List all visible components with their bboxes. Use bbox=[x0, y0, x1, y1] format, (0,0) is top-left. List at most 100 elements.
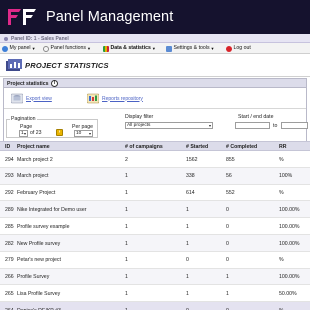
table-row[interactable]: 265 Lisa Profile Survey 1 1 1 50.00% bbox=[0, 285, 310, 303]
menu-log-out[interactable]: Log out bbox=[226, 45, 251, 52]
column-header-started[interactable]: # Started bbox=[186, 144, 208, 150]
panel-subbar: Panel ID: 1 - Sales Panel bbox=[0, 34, 310, 43]
cell-id: 285 bbox=[5, 223, 14, 230]
display-filter-select[interactable]: All projects ▾ bbox=[125, 122, 213, 129]
column-header-project-name[interactable]: Project name bbox=[17, 144, 50, 150]
cell-campaigns: 1 bbox=[125, 290, 128, 297]
menu-label: Data & statistics bbox=[110, 45, 151, 51]
cell-rr: 100.00% bbox=[279, 240, 300, 247]
cell-campaigns: 1 bbox=[125, 240, 128, 247]
cell-started: 0 bbox=[186, 257, 189, 264]
go-page-button[interactable]: › bbox=[56, 129, 63, 136]
statistics-folder-icon bbox=[6, 59, 22, 71]
cell-started: 1 bbox=[186, 274, 189, 281]
column-header-id[interactable]: ID bbox=[5, 144, 10, 150]
menu-label: Settings & tools bbox=[173, 45, 210, 51]
table-row[interactable]: 279 Petar's new project 1 0 0% bbox=[0, 251, 310, 269]
reports-repository-label: Reports repository bbox=[102, 95, 143, 102]
cell-rr: 100% bbox=[279, 173, 293, 180]
panel-id-label: Panel ID: 1 - Sales Panel bbox=[11, 35, 69, 42]
cell-rr: 50.00% bbox=[279, 290, 297, 297]
cell-campaigns: 1 bbox=[125, 173, 128, 180]
cell-project-name: New Profile survey bbox=[17, 240, 61, 247]
panel-dot-icon bbox=[4, 36, 8, 41]
cell-rr: % bbox=[279, 156, 284, 163]
menu-label: Panel functions bbox=[50, 45, 86, 51]
display-filter-value: All projects bbox=[127, 123, 151, 128]
per-page-value: 10 bbox=[76, 131, 82, 136]
menu-panel-functions[interactable]: Panel functions ▼ bbox=[43, 45, 91, 52]
panel-title: Project statistics bbox=[7, 80, 49, 87]
page-select[interactable]: 1 ▾ bbox=[19, 130, 28, 137]
export-view-button[interactable]: Export view bbox=[11, 92, 52, 105]
app-title: Panel Management bbox=[46, 9, 174, 25]
cell-id: 293 bbox=[5, 173, 14, 180]
export-view-label: Export view bbox=[26, 95, 52, 102]
menu-label: Log out bbox=[233, 45, 251, 51]
display-filter-legend: Display filter bbox=[125, 114, 154, 120]
cell-project-name: March project 2 bbox=[17, 156, 53, 163]
chevron-down-icon: ▼ bbox=[86, 46, 91, 51]
column-header-campaigns[interactable]: # of campaigns bbox=[125, 144, 163, 150]
cell-completed: 0 bbox=[226, 257, 229, 264]
cell-completed: 552 bbox=[226, 190, 235, 197]
table-row[interactable]: 266 Profile Survey 1 1 1 100.00% bbox=[0, 268, 310, 286]
question-icon bbox=[2, 45, 8, 52]
cell-project-name: March project bbox=[17, 173, 49, 180]
cell-started: 614 bbox=[186, 190, 195, 197]
cell-rr: 100.00% bbox=[279, 223, 300, 230]
table-row[interactable]: 282 New Profile survey 1 1 0 100.00% bbox=[0, 235, 310, 252]
chart-icon bbox=[103, 45, 109, 52]
cell-id: 292 bbox=[5, 190, 14, 197]
column-header-completed[interactable]: # Completed bbox=[226, 144, 257, 150]
page-title-row: PROJECT STATISTICS bbox=[0, 55, 310, 77]
cell-completed: 1 bbox=[226, 290, 229, 297]
cell-rr: % bbox=[279, 257, 284, 264]
chevron-down-icon: ▼ bbox=[210, 46, 215, 51]
menu-data-statistics[interactable]: Data & statistics ▼ bbox=[103, 45, 156, 52]
cell-project-name: Nike Integrated for Demo user bbox=[17, 206, 87, 213]
cell-project-name: Profile Survey bbox=[17, 274, 50, 281]
reports-repository-button[interactable]: Reports repository bbox=[87, 92, 143, 105]
table-row[interactable]: 289 Nike Integrated for Demo user 1 1 0 100.0… bbox=[0, 201, 310, 219]
cell-id: 279 bbox=[5, 257, 14, 264]
page-of-total: of 23 bbox=[30, 130, 42, 136]
cell-started: 1 bbox=[186, 240, 189, 247]
cell-campaigns: 2 bbox=[125, 156, 128, 163]
per-page-select[interactable]: 10 ▾ bbox=[74, 130, 93, 137]
table-row[interactable]: 293 March project 1 338 56 100% bbox=[0, 167, 310, 185]
table-row[interactable]: 264Denise's DE/KP #3100% bbox=[0, 302, 310, 310]
cell-project-name: Lisa Profile Survey bbox=[17, 290, 61, 297]
date-to-label: to bbox=[273, 123, 278, 129]
chevron-down-icon: ▾ bbox=[208, 123, 211, 128]
cell-project-name: February Project bbox=[17, 190, 56, 197]
menu-my-panel[interactable]: My panel ▼ bbox=[2, 45, 36, 52]
cell-campaigns: 1 bbox=[125, 257, 128, 264]
cell-campaigns: 1 bbox=[125, 223, 128, 230]
reports-icon bbox=[87, 93, 99, 104]
menu-settings-tools[interactable]: Settings & tools ▼ bbox=[166, 45, 215, 52]
cell-started: 1 bbox=[186, 206, 189, 213]
cell-campaigns: 1 bbox=[125, 206, 128, 213]
table-header: ID Project name # of campaigns # Started… bbox=[0, 141, 310, 151]
cell-campaigns: 1 bbox=[125, 274, 128, 281]
cell-rr: 100.00% bbox=[279, 274, 300, 281]
brand-logo bbox=[8, 9, 36, 25]
chevron-down-icon: ▾ bbox=[23, 131, 26, 136]
panel-icon bbox=[43, 45, 49, 52]
cell-started: 1 bbox=[186, 223, 189, 230]
table-row[interactable]: 292 February Project 1 614 552% bbox=[0, 184, 310, 202]
info-icon[interactable]: i bbox=[51, 80, 58, 87]
cell-completed: 855 bbox=[226, 156, 235, 163]
cell-completed: 0 bbox=[226, 223, 229, 230]
end-date-input[interactable] bbox=[281, 122, 308, 129]
table-row[interactable]: 294 March project 2 2 1562 855% bbox=[0, 151, 310, 168]
cell-id: 265 bbox=[5, 290, 14, 297]
cell-id: 289 bbox=[5, 206, 14, 213]
cell-completed: 0 bbox=[226, 240, 229, 247]
column-header-rr[interactable]: RR bbox=[279, 144, 287, 150]
table-row[interactable]: 285 Profile survey example 1 1 0 100.00% bbox=[0, 218, 310, 235]
cell-id: 294 bbox=[5, 156, 14, 163]
cell-completed: 56 bbox=[226, 173, 232, 180]
start-date-input[interactable] bbox=[235, 122, 270, 129]
